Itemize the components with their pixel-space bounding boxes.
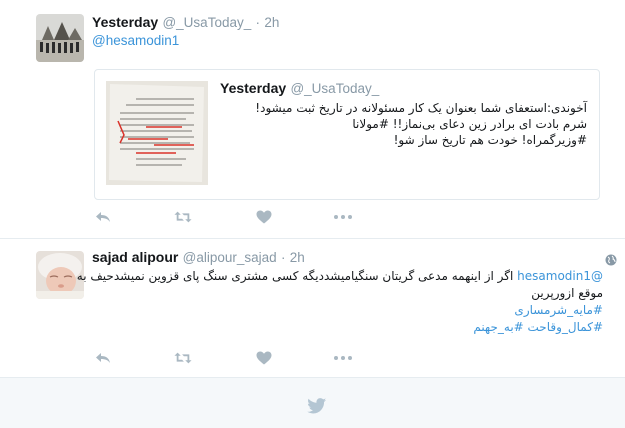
tweet-text-line: موقع ازورپرین: [531, 286, 603, 300]
retweet-icon[interactable]: [174, 350, 192, 366]
twitter-bird-icon: [307, 398, 327, 418]
reply-icon[interactable]: [94, 209, 112, 225]
quoted-tweet[interactable]: Yesterday @_UsaToday_ آخوندی:استعفای شما…: [94, 69, 600, 200]
timeline-footer: [0, 378, 625, 428]
quoted-tweet-line: #وزیرگمراه! خودت هم تاریخ ساز شو!: [393, 133, 587, 147]
quoted-user-handle[interactable]: @_UsaToday_: [290, 81, 379, 96]
globe-icon: [605, 251, 617, 266]
retweet-icon[interactable]: [174, 209, 192, 225]
hashtag-link[interactable]: #کمال_وقاحت #به_جهنم: [92, 319, 603, 336]
quoted-tweet-line: آخوندی:استعفای شما بعنوان یک کار مسئولان…: [255, 101, 587, 115]
display-name[interactable]: sajad alipour: [92, 249, 178, 265]
mention-link[interactable]: @hesamodin1: [517, 269, 603, 283]
tweet-text-body: اگر از اینهمه مدعی گریتان سنگیامیشددیگه …: [76, 269, 514, 283]
more-icon[interactable]: [334, 209, 352, 225]
quoted-tweet-image[interactable]: [106, 81, 208, 185]
heart-icon[interactable]: [255, 209, 273, 225]
avatar[interactable]: [36, 14, 84, 62]
timestamp[interactable]: 2h: [290, 250, 305, 265]
tweet[interactable]: Yesterday @_UsaToday_ · 2h @hesamodin1 Y…: [0, 0, 625, 239]
tweet-header: Yesterday @_UsaToday_ · 2h: [92, 14, 279, 31]
quoted-tweet-text: آخوندی:استعفای شما بعنوان یک کار مسئولان…: [247, 100, 587, 148]
hashtag-link[interactable]: #مایه_شرمساری: [92, 302, 603, 319]
quoted-display-name[interactable]: Yesterday: [220, 80, 286, 96]
mention-link[interactable]: @hesamodin1: [92, 33, 179, 48]
tweet-text: @hesamodin1 اگر از اینهمه مدعی گریتان سن…: [77, 268, 603, 336]
user-handle[interactable]: @_UsaToday_: [162, 15, 251, 30]
user-handle[interactable]: @alipour_sajad: [183, 250, 277, 265]
reply-icon[interactable]: [94, 350, 112, 366]
timestamp[interactable]: 2h: [264, 15, 279, 30]
tweet-text-line: @hesamodin1 اگر از اینهمه مدعی گریتان سن…: [77, 268, 603, 285]
separator-dot: ·: [255, 15, 261, 30]
more-icon[interactable]: [334, 350, 352, 366]
tweet-header: sajad alipour @alipour_sajad · 2h: [92, 249, 305, 266]
quoted-tweet-header: Yesterday @_UsaToday_: [220, 80, 379, 97]
quoted-tweet-line: شرم بادت ای برادر زین دعای بی‌نماز!! #مو…: [352, 117, 587, 131]
tweet[interactable]: sajad alipour @alipour_sajad · 2h @hesam…: [0, 239, 625, 378]
heart-icon[interactable]: [255, 350, 273, 366]
separator-dot: ·: [280, 250, 286, 265]
display-name[interactable]: Yesterday: [92, 14, 158, 30]
